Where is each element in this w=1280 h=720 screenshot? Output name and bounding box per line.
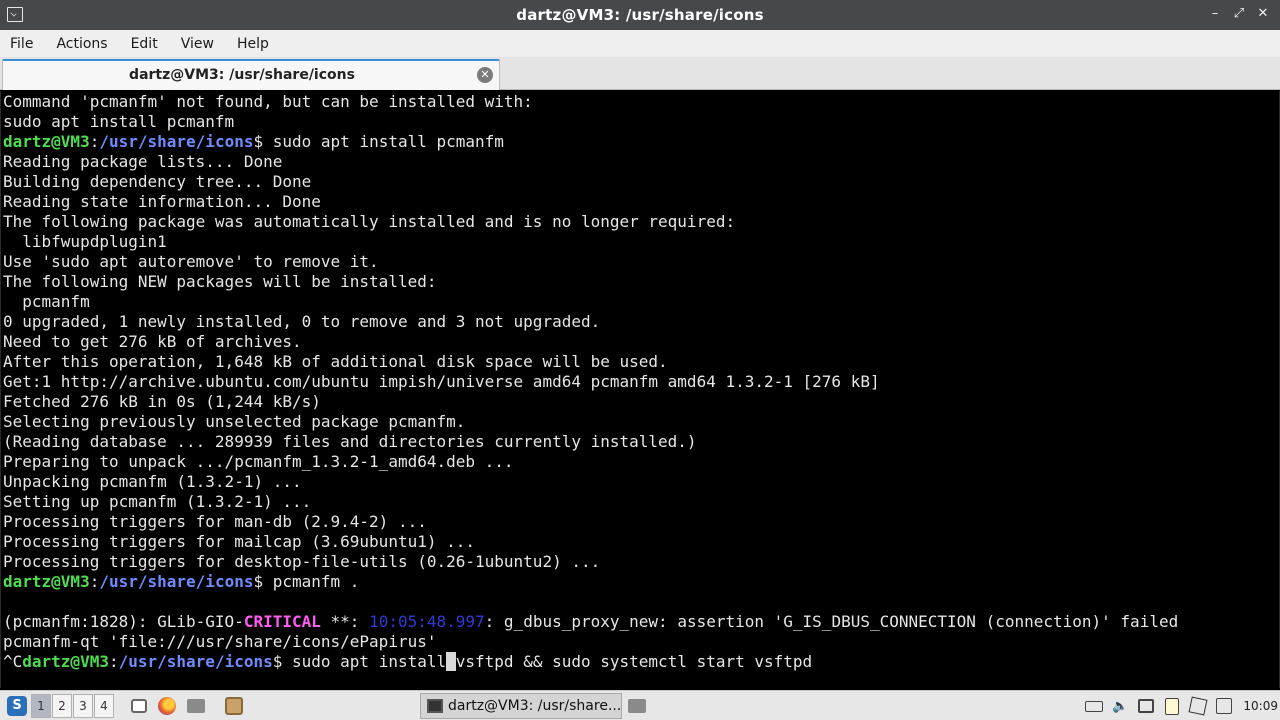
interrupt-marker: ^C: [3, 652, 23, 671]
terminal-line: Need to get 276 kB of archives.: [3, 332, 302, 351]
terminal-line: Reading package lists... Done: [3, 152, 283, 171]
command-text: pcmanfm .: [272, 572, 360, 591]
show-desktop-button[interactable]: [128, 691, 150, 720]
clock[interactable]: 10:09: [1237, 699, 1280, 713]
prompt-symbol: $: [253, 132, 273, 151]
terminal-line: (Reading database ... 289939 files and d…: [3, 432, 697, 451]
log-separator: **:: [320, 612, 370, 631]
window-title: dartz@VM3: /usr/share/icons: [516, 6, 764, 24]
log-level: CRITICAL: [243, 612, 321, 631]
prompt-path: /usr/share/icons: [99, 132, 254, 151]
terminal-line: Building dependency tree... Done: [3, 172, 312, 191]
firefox-launcher[interactable]: [156, 691, 178, 720]
desktop-2-button[interactable]: 2: [52, 694, 72, 718]
command-input-tail: vsftpd && sudo systemctl start vsftpd: [455, 652, 813, 671]
terminal-line: Command 'pcmanfm' not found, but can be …: [3, 92, 533, 111]
desktop-3-button[interactable]: 3: [73, 694, 93, 718]
terminal-line: Processing triggers for desktop-file-uti…: [3, 552, 601, 571]
terminal-line: sudo apt install pcmanfm: [3, 112, 235, 131]
prompt-separator: :: [89, 132, 100, 151]
log-timestamp: 10:05:48.997: [369, 612, 485, 631]
terminal-line: pcmanfm-qt 'file:///usr/share/icons/ePap…: [3, 632, 437, 651]
prompt-separator: :: [89, 572, 100, 591]
prompt-path: /usr/share/icons: [118, 652, 273, 671]
menu-view[interactable]: View: [181, 36, 214, 52]
terminal-line: The following package was automatically …: [3, 212, 736, 231]
terminal-tab[interactable]: dartz@VM3: /usr/share/icons ✕: [2, 59, 500, 90]
screenshot-icon[interactable]: [1185, 691, 1211, 720]
terminal-line: Use 'sudo apt autoremove' to remove it.: [3, 252, 379, 271]
terminal-line: Reading state information... Done: [3, 192, 321, 211]
prompt-separator: :: [108, 652, 119, 671]
taskbar-window-label: dartz@VM3: /usr/share...: [447, 698, 621, 714]
prompt-user: dartz@VM3: [22, 652, 109, 671]
folder-icon: [628, 699, 646, 713]
start-menu-button[interactable]: S: [4, 691, 30, 720]
terminal-lines: Command 'pcmanfm' not found, but can be …: [3, 92, 1178, 672]
menu-edit[interactable]: Edit: [131, 36, 158, 52]
settings-icon: [225, 697, 243, 715]
menubar: File Actions Edit View Help: [0, 30, 1280, 57]
terminal-line: libfwupdplugin1: [3, 232, 167, 251]
taskbar-window-terminal[interactable]: dartz@VM3: /usr/share...: [420, 693, 622, 719]
tab-label: dartz@VM3: /usr/share/icons: [129, 67, 355, 83]
terminal-line: Processing triggers for mailcap (3.69ubu…: [3, 532, 476, 551]
terminal-line: Get:1 http://archive.ubuntu.com/ubuntu i…: [3, 372, 880, 391]
system-tray: 🔈 10:09: [1081, 691, 1280, 720]
tab-close-icon[interactable]: ✕: [477, 67, 493, 83]
window-titlebar[interactable]: dartz@VM3: /usr/share/icons – ⤢ ✕: [0, 0, 1280, 30]
desktop-1-button[interactable]: 1: [31, 694, 51, 718]
close-icon[interactable]: ✕: [1254, 5, 1272, 23]
prompt-path: /usr/share/icons: [99, 572, 254, 591]
terminal-line: Preparing to unpack .../pcmanfm_1.3.2-1_…: [3, 452, 514, 471]
menu-help[interactable]: Help: [237, 36, 269, 52]
command-text: sudo apt install pcmanfm: [272, 132, 504, 151]
terminal-line: After this operation, 1,648 kB of additi…: [3, 352, 668, 371]
terminal-line: Unpacking pcmanfm (1.3.2-1) ...: [3, 472, 302, 491]
volume-icon[interactable]: 🔈: [1107, 691, 1133, 720]
prompt-symbol: $: [253, 572, 273, 591]
clipboard-icon[interactable]: [1159, 691, 1185, 720]
minimize-icon[interactable]: –: [1206, 5, 1224, 23]
command-input: sudo apt install: [292, 652, 447, 671]
folder-icon: [187, 699, 205, 713]
settings-launcher[interactable]: [223, 691, 245, 720]
terminal-line: Processing triggers for man-db (2.9.4-2)…: [3, 512, 427, 531]
terminal-line: ^Cdartz@VM3:/usr/share/icons$ sudo apt i…: [3, 652, 1178, 672]
window-controls: – ⤢ ✕: [1206, 5, 1272, 23]
menu-file[interactable]: File: [10, 36, 33, 52]
prompt-symbol: $: [272, 652, 292, 671]
menu-actions[interactable]: Actions: [56, 36, 107, 52]
desktop-4-button[interactable]: 4: [94, 694, 114, 718]
terminal-line: Setting up pcmanfm (1.3.2-1) ...: [3, 492, 312, 511]
tab-bar: dartz@VM3: /usr/share/icons ✕: [0, 57, 1280, 90]
notes-icon[interactable]: [1211, 691, 1237, 720]
start-menu-icon: S: [7, 696, 27, 716]
prompt-user: dartz@VM3: [3, 132, 90, 151]
terminal-line: The following NEW packages will be insta…: [3, 272, 437, 291]
terminal-line: 0 upgraded, 1 newly installed, 0 to remo…: [3, 312, 601, 331]
show-desktop-icon: [131, 699, 147, 713]
terminal-line: (pcmanfm:1828): GLib-GIO-CRITICAL **: 10…: [3, 612, 1178, 632]
terminal-line: Fetched 276 kB in 0s (1,244 kB/s): [3, 392, 321, 411]
firefox-icon: [158, 697, 176, 715]
maximize-icon[interactable]: ⤢: [1230, 5, 1248, 23]
file-manager-launcher[interactable]: [185, 691, 207, 720]
log-prefix: (pcmanfm:1828): GLib-GIO-: [3, 612, 244, 631]
terminal-line: dartz@VM3:/usr/share/icons$ sudo apt ins…: [3, 132, 1178, 152]
taskbar-window-files[interactable]: [624, 693, 650, 719]
log-message: : g_dbus_proxy_new: assertion 'G_IS_DBUS…: [484, 612, 1179, 631]
terminal-output[interactable]: Command 'pcmanfm' not found, but can be …: [0, 91, 1280, 688]
terminal-line: dartz@VM3:/usr/share/icons$ pcmanfm .: [3, 572, 1178, 592]
prompt-user: dartz@VM3: [3, 572, 90, 591]
terminal-icon: [427, 699, 443, 713]
terminal-line: pcmanfm: [3, 292, 90, 311]
taskbar: S 1 2 3 4 dartz@VM3: /usr/share... 🔈 10:…: [0, 690, 1280, 720]
text-cursor: [446, 652, 456, 671]
terminal-line: Selecting previously unselected package …: [3, 412, 466, 431]
keyboard-icon[interactable]: [1081, 691, 1107, 720]
network-icon[interactable]: [1133, 691, 1159, 720]
